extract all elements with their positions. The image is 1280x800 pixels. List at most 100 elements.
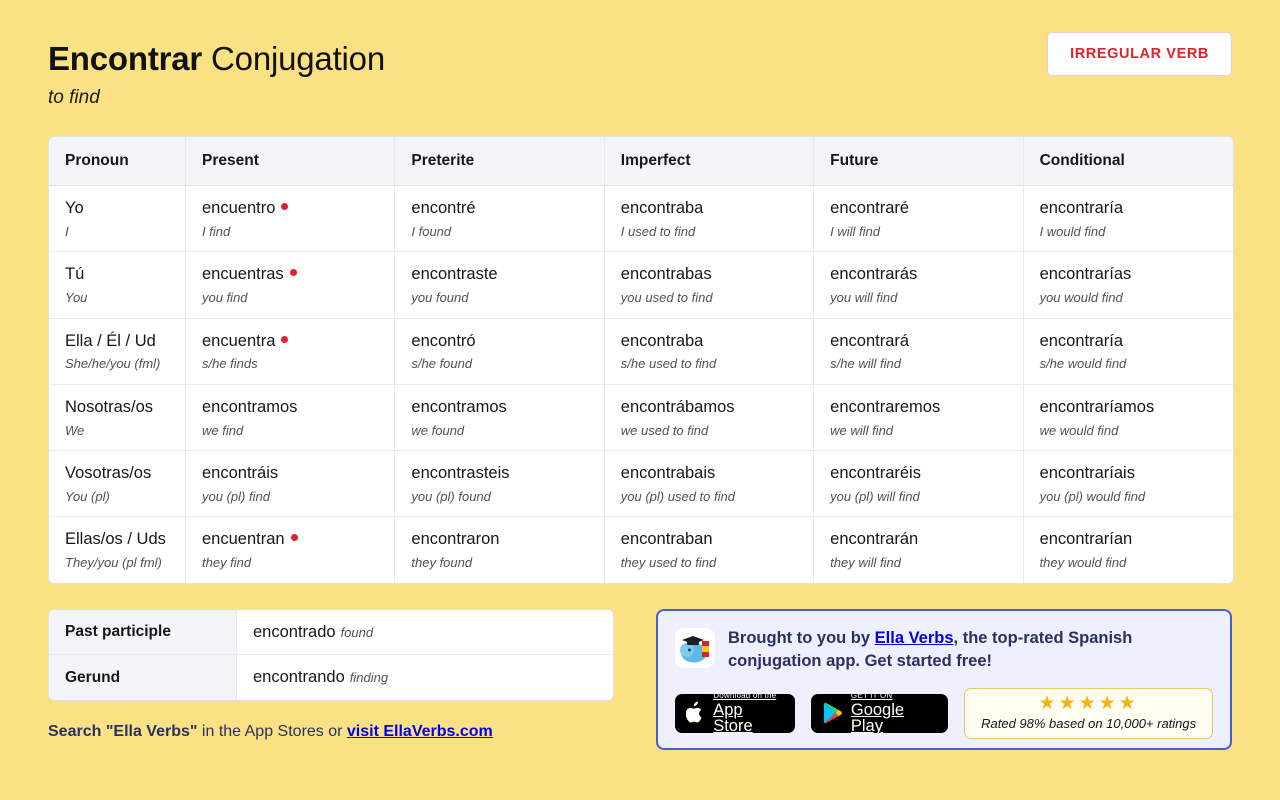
column-header-pronoun: Pronoun bbox=[49, 137, 186, 187]
pronoun-cell: Yo I bbox=[49, 186, 186, 253]
translation-gloss: you will find bbox=[830, 290, 898, 306]
conjugated-form: encuentran bbox=[202, 529, 394, 550]
star-rating-icon: ★★★★★ bbox=[1038, 692, 1139, 714]
table-row: Tú You encuentras you find encontraste you fo… bbox=[49, 252, 1233, 319]
translation-gloss: I will find bbox=[830, 223, 881, 239]
conjugated-form: encontrabais bbox=[620, 464, 716, 483]
conjugated-form: encontraría bbox=[1039, 199, 1124, 218]
conjugation-cell-conditional: encontrarías you would find bbox=[1023, 252, 1233, 319]
conjugation-cell-conditional: encontraría I would find bbox=[1023, 186, 1233, 253]
ella-verbs-mascot-icon bbox=[675, 628, 715, 668]
pronoun-text: Nosotras/os bbox=[65, 397, 154, 416]
promo-bottom-row: Download on the App Store GET IT ON Goog… bbox=[675, 687, 1213, 739]
pronoun-gloss: You (pl) bbox=[65, 488, 110, 504]
pronoun-cell: Ellas/os / Uds They/you (pl fml) bbox=[49, 517, 186, 583]
conjugation-cell-preterite: encontramos we found bbox=[395, 384, 605, 452]
conjugated-form: encontraba bbox=[620, 331, 704, 350]
conjugation-cell-present: encuentro I find bbox=[186, 186, 396, 253]
google-play-labels: GET IT ON Google Play bbox=[850, 690, 937, 736]
column-header-preterite: Preterite bbox=[395, 137, 605, 187]
translation-gloss: you found bbox=[411, 290, 469, 306]
ellaverbs-website-link[interactable]: visit EllaVerbs.com bbox=[347, 723, 493, 740]
translation-gloss: they found bbox=[411, 554, 473, 570]
google-play-small-label: GET IT ON bbox=[850, 690, 893, 700]
conjugation-cell-future: encontrará s/he will find bbox=[814, 318, 1024, 385]
conjugated-form: encuentra bbox=[202, 331, 394, 352]
translation-gloss: you (pl) would find bbox=[1039, 488, 1146, 504]
conjugation-cell-preterite: encontré I found bbox=[395, 186, 605, 253]
conjugated-form: encontraréis bbox=[830, 464, 921, 483]
translation-gloss: s/he will find bbox=[830, 356, 901, 372]
conjugated-form: encuentro bbox=[202, 198, 394, 219]
bottom-section: Past participle encontrado found Gerund e… bbox=[48, 609, 1232, 750]
app-store-big-label: App Store bbox=[713, 700, 753, 736]
conjugation-cell-imperfect: encontrábamos we used to find bbox=[604, 384, 815, 452]
conjugation-cell-present: encuentran they find bbox=[186, 517, 396, 583]
conjugation-cell-present: encuentra s/he finds bbox=[186, 318, 396, 385]
translation-gloss: s/he used to find bbox=[620, 356, 717, 372]
conjugation-cell-imperfect: encontrabas you used to find bbox=[604, 252, 815, 319]
conjugated-form: encontrarías bbox=[1039, 265, 1132, 284]
translation-gloss: I would find bbox=[1039, 223, 1106, 239]
pronoun-cell: Ella / Él / Ud She/he/you (fml) bbox=[49, 318, 186, 385]
translation-gloss: we found bbox=[411, 422, 465, 438]
conjugation-cell-future: encontraré I will find bbox=[814, 186, 1024, 253]
table-row: Yo Iencuentro I find encontré I found encontr… bbox=[49, 186, 1233, 253]
translation-gloss: you (pl) found bbox=[411, 488, 491, 504]
table-row: Nosotras/os We encontramos we find encontram… bbox=[49, 384, 1233, 452]
column-header-imperfect: Imperfect bbox=[604, 137, 815, 187]
conjugated-form: encontrarían bbox=[1039, 530, 1133, 549]
translation-gloss: they would find bbox=[1039, 554, 1127, 570]
past-participle-value: encontrado found bbox=[237, 610, 613, 655]
past-participle-gloss: found bbox=[340, 624, 374, 640]
translation-gloss: you would find bbox=[1039, 290, 1123, 306]
gerund-value: encontrando finding bbox=[237, 655, 613, 700]
conjugation-cell-future: encontrarás you will find bbox=[814, 252, 1024, 319]
conjugation-cell-imperfect: encontraban they used to find bbox=[605, 517, 815, 583]
pronoun-gloss: You bbox=[65, 290, 88, 306]
translation-gloss: they will find bbox=[830, 554, 901, 570]
irregular-marker-icon bbox=[281, 335, 289, 343]
translation-gloss: s/he finds bbox=[202, 356, 258, 372]
past-participle-form: encontrado bbox=[253, 622, 336, 641]
translation-gloss: s/he would find bbox=[1039, 356, 1127, 372]
translation-gloss: s/he found bbox=[411, 356, 473, 372]
app-store-button[interactable]: Download on the App Store bbox=[675, 691, 795, 736]
conjugated-form: encuentras bbox=[202, 264, 394, 285]
conjugation-cell-imperfect: encontraba s/he used to find bbox=[604, 318, 815, 385]
promo-top-row: Brought to you by Ella Verbs, the top-ra… bbox=[675, 626, 1213, 674]
google-play-button[interactable]: GET IT ON Google Play bbox=[810, 690, 949, 736]
irregular-marker-icon bbox=[290, 534, 298, 542]
google-play-big-label: Google Play bbox=[850, 700, 905, 736]
table-row: Past participle encontrado found bbox=[49, 610, 613, 655]
conjugated-form: encontré bbox=[411, 199, 476, 218]
conjugated-form: encontramos bbox=[202, 397, 298, 416]
rating-box: ★★★★★ Rated 98% based on 10,000+ ratings bbox=[964, 687, 1213, 739]
promo-ella-verbs-link[interactable]: Ella Verbs bbox=[875, 629, 954, 647]
footer-search-bold: Search "Ella Verbs" bbox=[48, 723, 198, 740]
page-header: Encontrar Conjugation to find IRREGULAR … bbox=[48, 0, 1232, 109]
table-row: Gerund encontrando finding bbox=[49, 655, 613, 700]
translation-gloss: you used to find bbox=[620, 290, 713, 306]
irregular-marker-icon bbox=[281, 203, 289, 211]
pronoun-cell: Vosotras/os You (pl) bbox=[49, 451, 186, 518]
app-store-labels: Download on the App Store bbox=[713, 691, 784, 736]
nonfinite-forms-table: Past participle encontrado found Gerund e… bbox=[48, 609, 614, 701]
apple-icon bbox=[686, 701, 702, 723]
pronoun-text: Ella / Él / Ud bbox=[65, 331, 156, 350]
conjugated-form: encontraríais bbox=[1039, 464, 1135, 483]
conjugated-form: encontró bbox=[411, 331, 476, 350]
conjugated-form: encontrabas bbox=[620, 265, 712, 284]
table-row: Ella / Él / Ud She/he/you (fml) encuentra s… bbox=[49, 318, 1233, 385]
translation-gloss: we used to find bbox=[620, 422, 709, 438]
translation-gloss: you find bbox=[202, 290, 248, 306]
pronoun-cell: Nosotras/os We bbox=[49, 384, 186, 452]
gerund-gloss: finding bbox=[349, 670, 389, 685]
translation-gloss: you (pl) find bbox=[202, 488, 270, 504]
translation-gloss: I found bbox=[411, 223, 452, 239]
conjugation-cell-conditional: encontraríais you (pl) would find bbox=[1023, 451, 1233, 518]
conjugation-cell-present: encontramos we find bbox=[186, 384, 396, 452]
conjugation-cell-imperfect: encontrabais you (pl) used to find bbox=[604, 451, 815, 518]
column-header-present: Present bbox=[186, 137, 396, 187]
conjugated-form: encontraré bbox=[830, 199, 910, 218]
